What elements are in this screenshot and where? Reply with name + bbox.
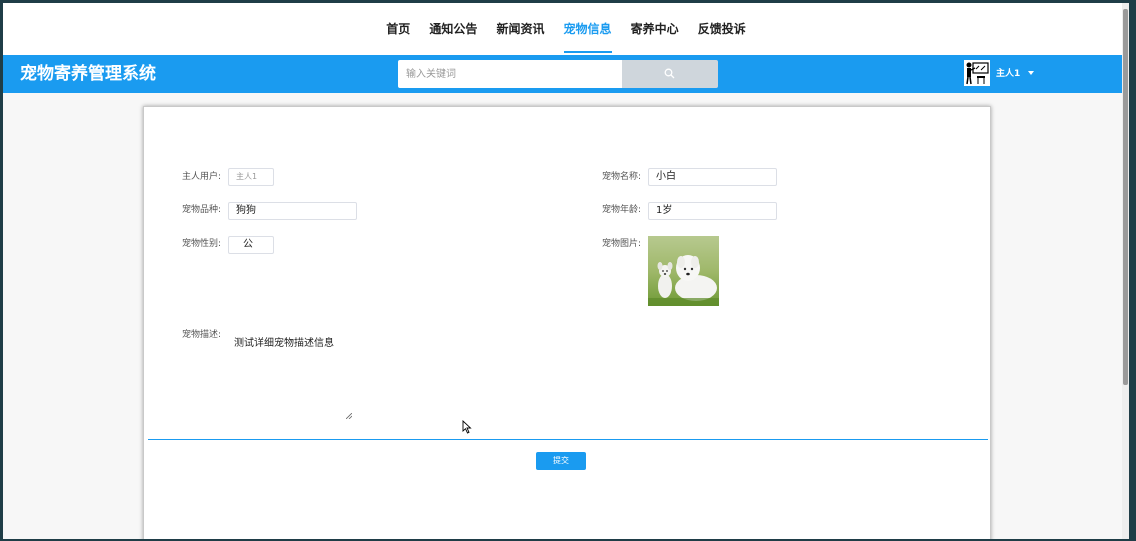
nav-feedback[interactable]: 反馈投诉	[698, 3, 746, 53]
breed-field[interactable]: 狗狗	[228, 202, 357, 220]
nav-home[interactable]: 首页	[386, 3, 410, 53]
mouse-cursor-icon	[462, 420, 472, 434]
pet-name-field[interactable]: 小白	[648, 168, 777, 186]
scrollbar-thumb[interactable]	[1123, 9, 1128, 385]
nav-links: 首页 通知公告 新闻资讯 宠物信息 寄养中心 反馈投诉	[3, 3, 1129, 55]
image-label: 宠物图片:	[602, 239, 642, 249]
gender-select[interactable]: 公	[228, 236, 274, 254]
form-divider	[148, 439, 988, 440]
pet-name-label: 宠物名称:	[602, 172, 642, 182]
search-button[interactable]	[622, 60, 718, 88]
top-navigation: 首页 通知公告 新闻资讯 宠物信息 寄养中心 反馈投诉	[3, 3, 1129, 55]
page-scrollbar[interactable]	[1122, 3, 1129, 539]
description-label: 宠物描述:	[182, 330, 222, 340]
description-textarea[interactable]: 测试详细宠物描述信息	[228, 326, 353, 420]
username[interactable]: 主人1	[996, 55, 1020, 93]
teacher-avatar-icon[interactable]	[964, 60, 990, 86]
site-title: 宠物寄养管理系统	[20, 64, 156, 84]
age-label: 宠物年龄:	[602, 205, 642, 215]
description-text: 测试详细宠物描述信息	[234, 338, 334, 349]
nav-notices[interactable]: 通知公告	[429, 3, 477, 53]
owner-field[interactable]: 主人1	[228, 168, 274, 186]
nav-boarding-center[interactable]: 寄养中心	[631, 3, 679, 53]
pet-photo	[648, 236, 719, 306]
nav-news[interactable]: 新闻资讯	[496, 3, 544, 53]
age-field[interactable]: 1岁	[648, 202, 777, 220]
search-input[interactable]	[398, 60, 622, 88]
search-icon	[664, 68, 675, 79]
pet-detail-panel: 主人用户: 主人1 宠物名称: 小白 宠物品种: 狗狗 宠物年龄: 1岁 宠物性…	[143, 106, 991, 539]
submit-button[interactable]: 提交	[536, 452, 586, 470]
breed-label: 宠物品种:	[182, 205, 222, 215]
gender-label: 宠物性别:	[182, 239, 222, 249]
header-bar: 宠物寄养管理系统 主人1	[3, 55, 1129, 93]
owner-label: 主人用户:	[182, 172, 222, 182]
chevron-down-icon[interactable]	[1028, 71, 1034, 75]
nav-pet-info[interactable]: 宠物信息	[563, 3, 612, 53]
browser-window: 首页 通知公告 新闻资讯 宠物信息 寄养中心 反馈投诉 宠物寄养管理系统 输入关…	[3, 3, 1129, 539]
resize-grip-icon[interactable]	[346, 413, 352, 419]
